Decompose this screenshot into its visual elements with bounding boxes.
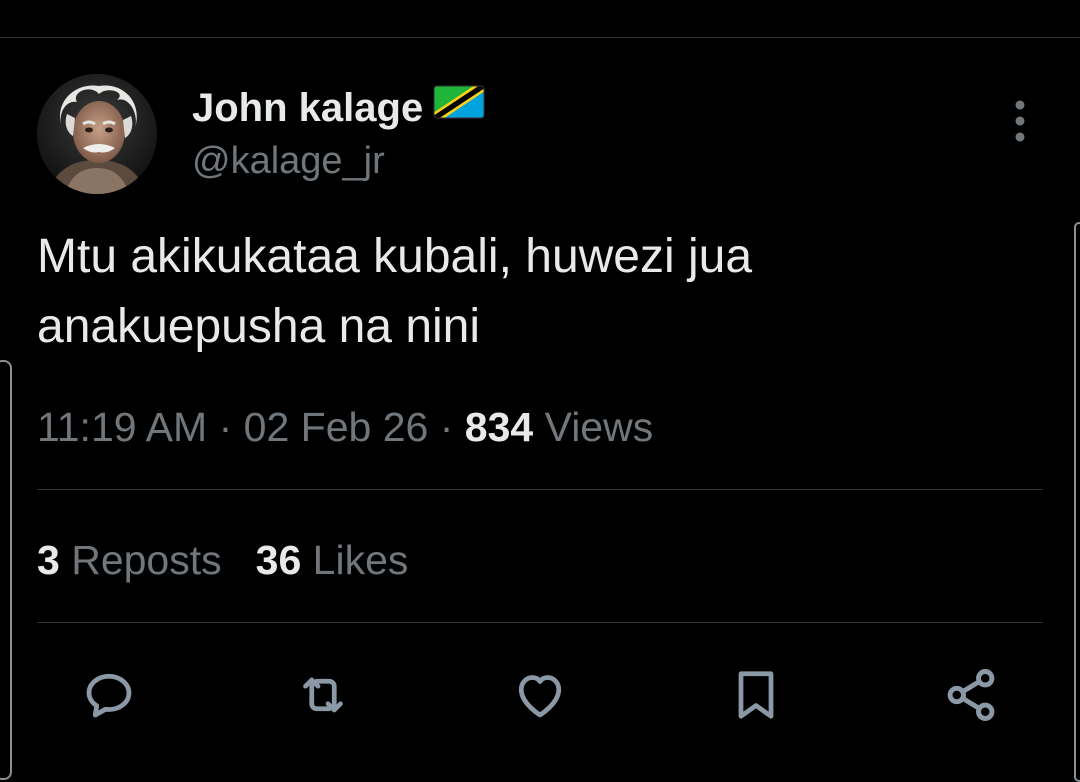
tanzania-flag-icon: [433, 82, 485, 130]
divider: [37, 489, 1043, 490]
author-handle[interactable]: @kalage_jr: [192, 137, 385, 185]
bookmark-icon: [738, 671, 774, 719]
reposts-label: Reposts: [71, 537, 222, 583]
meta-separator: ·: [439, 404, 454, 450]
repost-button[interactable]: [290, 662, 356, 728]
divider: [37, 622, 1043, 623]
tweet-text: Mtu akikukataa kubali, huwezi jua anakue…: [37, 230, 753, 353]
likes-stat[interactable]: 36 Likes: [256, 535, 409, 585]
author-display-name[interactable]: John kalage: [192, 84, 485, 132]
likes-label: Likes: [312, 537, 409, 583]
tweet-date[interactable]: 02 Feb 26: [244, 404, 429, 450]
share-button[interactable]: [938, 662, 1004, 728]
avatar-image: [37, 74, 157, 194]
more-options-button[interactable]: [1000, 96, 1040, 146]
top-divider: [0, 37, 1080, 38]
reply-button[interactable]: [76, 662, 142, 728]
tweet-time[interactable]: 11:19 AM: [37, 404, 207, 450]
tweet-meta: 11:19 AM · 02 Feb 26 · 834 Views: [37, 402, 653, 452]
like-button[interactable]: [507, 662, 573, 728]
left-scroll-edge: [0, 360, 12, 780]
views-count: 834: [464, 404, 534, 450]
reply-icon: [86, 673, 132, 718]
avatar[interactable]: [37, 74, 157, 194]
repost-icon: [303, 677, 343, 713]
likes-count: 36: [255, 537, 302, 583]
heart-icon: [518, 675, 562, 718]
reposts-count: 3: [37, 537, 60, 583]
bookmark-button[interactable]: [723, 662, 789, 728]
engagement-stats: 3 Reposts 36 Likes: [37, 535, 408, 585]
right-scroll-edge: [1074, 222, 1080, 782]
meta-separator: ·: [218, 404, 233, 450]
views-label: Views: [544, 404, 654, 450]
more-vertical-icon: [1015, 100, 1025, 142]
reposts-stat[interactable]: 3 Reposts: [37, 535, 222, 585]
share-icon: [947, 669, 995, 721]
author-name-text: John kalage: [192, 86, 424, 130]
